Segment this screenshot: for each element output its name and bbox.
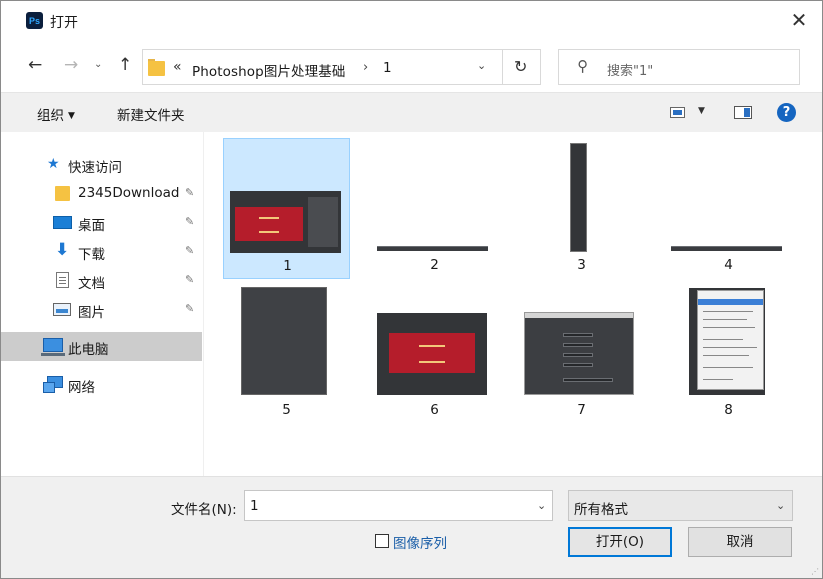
file-name: 1: [283, 258, 292, 274]
desktop-icon: [53, 216, 72, 229]
sidebar-item-this-pc[interactable]: 此电脑: [1, 332, 202, 361]
sidebar-item-label: 快速访问: [68, 160, 122, 176]
filename-input[interactable]: 1 ⌄: [244, 490, 553, 521]
sidebar-item-label: 文档: [78, 276, 105, 292]
sidebar-item-label: 2345Download: [78, 185, 180, 201]
download-icon: ⬇: [55, 240, 70, 260]
file-name: 4: [724, 257, 733, 273]
file-name: 2: [430, 257, 439, 273]
sidebar-item-label: 桌面: [78, 218, 105, 234]
forward-button[interactable]: →: [64, 55, 78, 75]
file-item-5[interactable]: 5: [223, 279, 350, 420]
file-list: 1 2 3 4 5 6 7 8: [205, 132, 822, 476]
pin-icon[interactable]: ✎: [185, 302, 194, 315]
sidebar-item-label: 网络: [68, 380, 95, 396]
view-mode-icon[interactable]: [670, 107, 685, 118]
pictures-icon: [53, 303, 71, 316]
breadcrumb-overflow[interactable]: «: [173, 59, 182, 75]
navigation-bar: ← → ⌄ ↑ « Photoshop图片处理基础 › 1 ⌄ ↻ ⚲ 搜索"1…: [1, 45, 822, 89]
sidebar-item-label: 下载: [78, 247, 105, 263]
file-name: 3: [577, 257, 586, 273]
window-title: 打开: [50, 15, 78, 31]
file-item-3[interactable]: 3: [518, 138, 645, 279]
cancel-button[interactable]: 取消: [688, 527, 792, 557]
dialog-footer: 文件名(N): 1 ⌄ 所有格式 ⌄ 图像序列 打开(O) 取消 ⋰: [1, 476, 822, 578]
address-dropdown-icon[interactable]: ⌄: [477, 59, 486, 72]
new-folder-button[interactable]: 新建文件夹: [117, 104, 185, 124]
view-mode-caret-icon[interactable]: ▼: [698, 106, 705, 116]
open-file-dialog: Ps 打开 ✕ ← → ⌄ ↑ « Photoshop图片处理基础 › 1 ⌄ …: [0, 0, 823, 579]
sidebar-item-2345download[interactable]: 2345Download ✎: [1, 179, 202, 208]
navigation-pane: ★ 快速访问 2345Download ✎ 桌面 ✎ ⬇ 下载 ✎ 文档 ✎ 图…: [1, 132, 204, 476]
pin-icon[interactable]: ✎: [185, 244, 194, 257]
document-icon: [56, 272, 69, 288]
filename-label: 文件名(N):: [171, 502, 237, 518]
address-bar[interactable]: « Photoshop图片处理基础 › 1 ⌄: [142, 49, 503, 85]
folder-icon: [55, 186, 70, 201]
recent-locations-chevron-icon[interactable]: ⌄: [94, 59, 102, 70]
sidebar-item-desktop[interactable]: 桌面 ✎: [1, 208, 202, 237]
file-item-8[interactable]: 8: [665, 279, 792, 420]
filename-value: 1: [250, 498, 259, 514]
file-thumbnail: [570, 143, 587, 252]
organize-menu-button[interactable]: 组织 ▼: [37, 104, 75, 124]
file-thumbnail: [377, 246, 488, 251]
command-bar: 组织 ▼ 新建文件夹 ▼ ?: [1, 92, 822, 132]
search-icon: ⚲: [577, 57, 588, 75]
sidebar-item-documents[interactable]: 文档 ✎: [1, 266, 202, 295]
file-name: 6: [430, 402, 439, 418]
up-button[interactable]: ↑: [118, 55, 132, 75]
file-item-4[interactable]: 4: [665, 138, 792, 279]
breadcrumb-item-folder[interactable]: Photoshop图片处理基础: [192, 60, 345, 80]
file-type-select[interactable]: 所有格式 ⌄: [568, 490, 793, 521]
back-button[interactable]: ←: [28, 55, 42, 75]
file-item-7[interactable]: 7: [518, 279, 645, 420]
sidebar-item-label: 此电脑: [68, 342, 109, 358]
file-item-6[interactable]: 6: [371, 279, 498, 420]
file-name: 5: [282, 402, 291, 418]
pin-icon[interactable]: ✎: [185, 273, 194, 286]
photoshop-app-icon: Ps: [26, 12, 43, 29]
file-type-value: 所有格式: [574, 502, 628, 518]
file-name: 7: [577, 402, 586, 418]
file-thumbnail: [230, 191, 341, 253]
search-placeholder: 搜索"1": [607, 64, 654, 79]
network-icon: [43, 376, 63, 393]
image-sequence-checkbox[interactable]: [375, 534, 389, 548]
sidebar-item-network[interactable]: 网络: [1, 370, 202, 399]
computer-icon: [41, 338, 65, 356]
title-bar: Ps 打开 ✕: [1, 1, 822, 41]
close-button[interactable]: ✕: [788, 9, 810, 31]
file-thumbnail: [377, 313, 487, 395]
help-icon[interactable]: ?: [777, 103, 796, 122]
caret-down-icon: ▼: [68, 111, 75, 121]
filename-history-dropdown-icon[interactable]: ⌄: [537, 499, 546, 512]
organize-label: 组织: [37, 108, 64, 124]
pin-icon[interactable]: ✎: [185, 215, 194, 228]
folder-icon: [148, 59, 165, 76]
chevron-down-icon: ⌄: [776, 499, 786, 512]
sidebar-item-quick-access[interactable]: ★ 快速访问: [1, 150, 202, 179]
image-sequence-label[interactable]: 图像序列: [393, 532, 447, 552]
file-thumbnail: [671, 246, 782, 251]
file-item-1[interactable]: 1: [223, 138, 350, 279]
refresh-icon: ↻: [514, 57, 528, 76]
star-icon: ★: [47, 156, 60, 172]
file-thumbnail: [241, 287, 327, 395]
sidebar-item-downloads[interactable]: ⬇ 下载 ✎: [1, 237, 202, 266]
file-thumbnail: [689, 288, 765, 395]
resize-grip-icon[interactable]: ⋰: [811, 567, 819, 576]
breadcrumb-separator-icon[interactable]: ›: [363, 60, 368, 75]
sidebar-item-pictures[interactable]: 图片 ✎: [1, 295, 202, 324]
file-thumbnail: [524, 312, 634, 395]
open-button[interactable]: 打开(O): [568, 527, 672, 557]
file-item-2[interactable]: 2: [371, 138, 498, 279]
search-input[interactable]: ⚲ 搜索"1": [558, 49, 800, 85]
file-name: 8: [724, 402, 733, 418]
breadcrumb-item-current[interactable]: 1: [383, 60, 392, 76]
preview-pane-icon[interactable]: [734, 106, 752, 119]
refresh-button[interactable]: ↻: [503, 49, 541, 85]
pin-icon[interactable]: ✎: [185, 186, 194, 199]
sidebar-item-label: 图片: [78, 305, 105, 321]
